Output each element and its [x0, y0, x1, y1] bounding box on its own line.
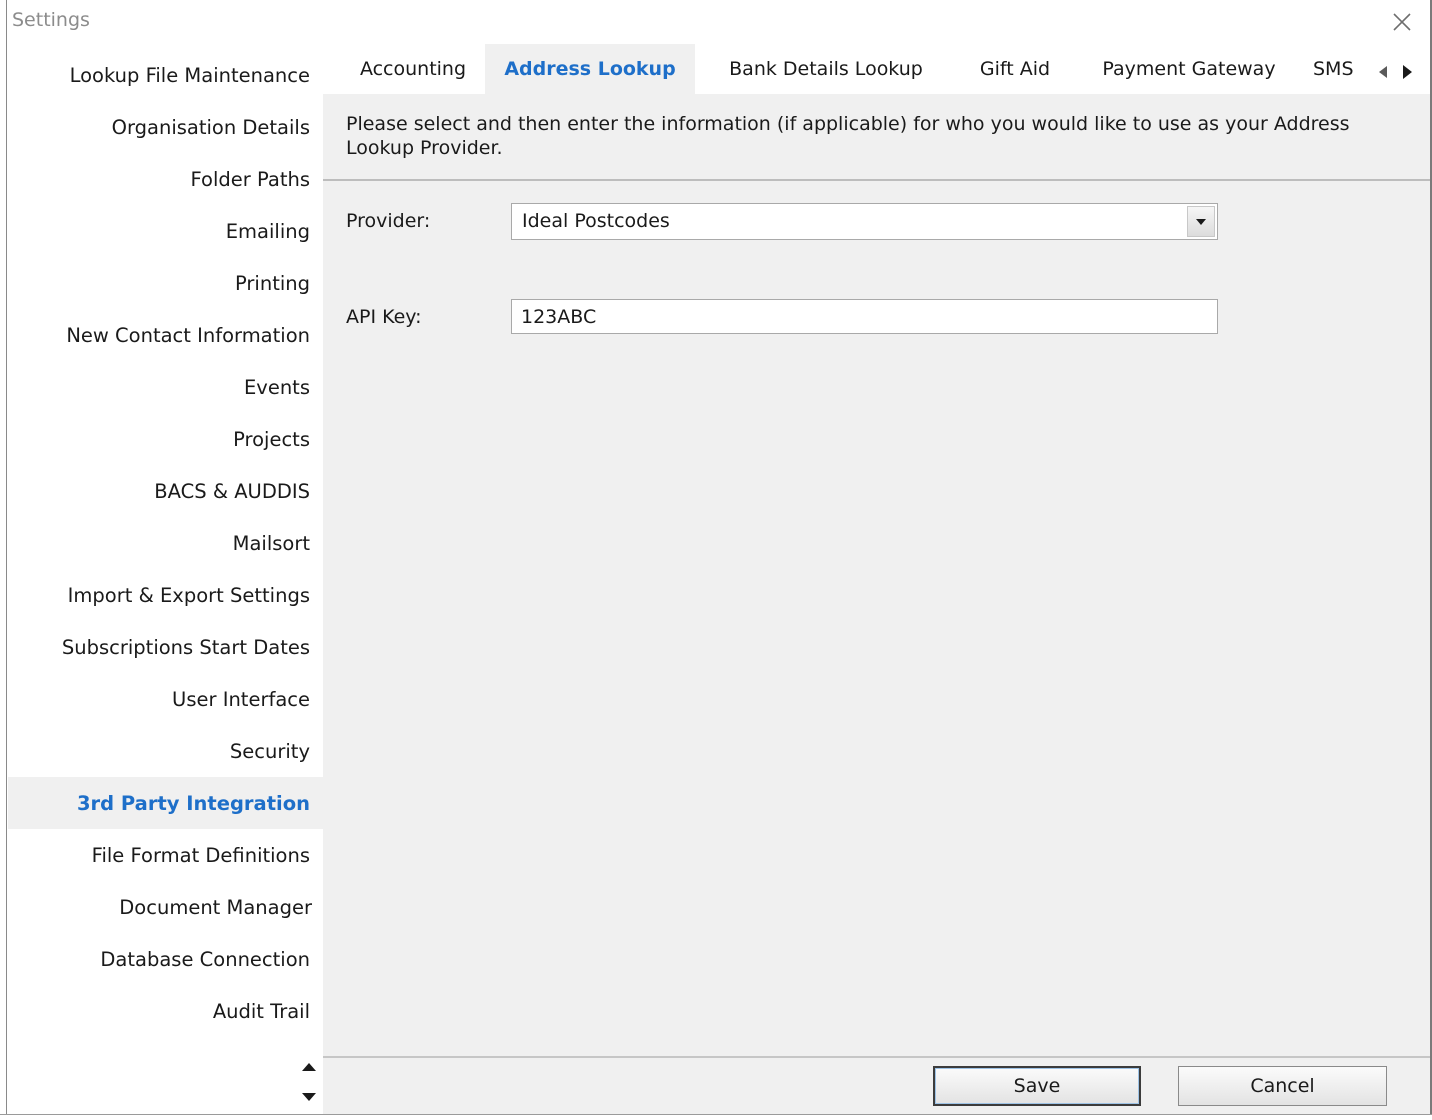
triangle-up-icon: [302, 1063, 316, 1071]
sidebar-item-document-manager[interactable]: Document Manager: [8, 881, 323, 933]
save-button[interactable]: Save: [933, 1066, 1141, 1106]
sidebar-item-organisation-details[interactable]: Organisation Details: [8, 101, 323, 153]
window-bottom-border: [0, 1114, 1432, 1120]
sidebar-item-label: File Format Definitions: [91, 843, 310, 867]
provider-dropdown-button[interactable]: [1187, 206, 1215, 237]
tab-scroll-right-button[interactable]: [1399, 62, 1415, 82]
dropdown-arrow-icon: [1196, 218, 1206, 225]
tab-accounting[interactable]: Accounting: [337, 44, 489, 94]
sidebar-item-label: BACS & AUDDIS: [154, 479, 310, 503]
tab-label: Accounting: [359, 58, 467, 80]
save-button-label: Save: [1013, 1075, 1061, 1097]
sidebar-item-audit-trail[interactable]: Audit Trail: [8, 985, 323, 1037]
sidebar-item-label: Database Connection: [100, 947, 310, 971]
sidebar-item-label: Printing: [234, 271, 310, 295]
api-key-input[interactable]: [511, 299, 1218, 334]
sidebar-item-projects[interactable]: Projects: [8, 413, 323, 465]
cancel-button-label: Cancel: [1250, 1075, 1315, 1097]
close-button[interactable]: [1386, 6, 1418, 38]
provider-label: Provider:: [346, 210, 431, 232]
sidebar-item-security[interactable]: Security: [8, 725, 323, 777]
sidebar-item-label: 3rd Party Integration: [76, 791, 310, 815]
triangle-left-icon: [1379, 66, 1387, 78]
sidebar-item-new-contact-information[interactable]: New Contact Information: [8, 309, 323, 361]
tab-label: Gift Aid: [979, 58, 1051, 80]
tab-label: Address Lookup: [504, 58, 676, 80]
provider-dropdown[interactable]: Ideal Postcodes: [511, 203, 1218, 240]
sidebar-item-label: Subscriptions Start Dates: [61, 635, 310, 659]
sidebar-item-file-format-definitions[interactable]: File Format Definitions: [8, 829, 323, 881]
sidebar-item-label: Folder Paths: [190, 167, 310, 191]
sidebar-scroll-down-button[interactable]: [298, 1088, 320, 1106]
title-bar: Settings: [8, 0, 1430, 44]
panel-description: Please select and then enter the informa…: [346, 113, 1350, 159]
close-icon: [1393, 13, 1411, 31]
sidebar-item-folder-paths[interactable]: Folder Paths: [8, 153, 323, 205]
sidebar-item-emailing[interactable]: Emailing: [8, 205, 323, 257]
sidebar-item-label: Lookup File Maintenance: [69, 63, 310, 87]
tab-gift-aid[interactable]: Gift Aid: [963, 44, 1067, 94]
sidebar-item-printing[interactable]: Printing: [8, 257, 323, 309]
tab-strip: Accounting Address Lookup Bank Details L…: [323, 44, 1430, 94]
sidebar-item-label: User Interface: [172, 687, 310, 711]
triangle-down-icon: [302, 1093, 316, 1101]
sidebar-item-label: Mailsort: [232, 531, 310, 555]
sidebar-item-label: Audit Trail: [212, 999, 310, 1023]
sidebar-item-label: Events: [243, 375, 310, 399]
divider: [323, 179, 1430, 181]
sidebar-item-label: Security: [229, 739, 310, 763]
sidebar-item-database-connection[interactable]: Database Connection: [8, 933, 323, 985]
cancel-button[interactable]: Cancel: [1178, 1066, 1387, 1106]
tab-bank-details-lookup[interactable]: Bank Details Lookup: [705, 44, 947, 94]
tab-label: Bank Details Lookup: [729, 58, 923, 80]
tab-address-lookup[interactable]: Address Lookup: [485, 44, 695, 94]
sidebar-item-label: New Contact Information: [66, 323, 310, 347]
tab-label: Payment Gateway: [1102, 58, 1276, 80]
tab-sms[interactable]: SMS: [1313, 44, 1375, 94]
tab-scroll-left-button[interactable]: [1375, 62, 1391, 82]
sidebar-item-bacs-auddis[interactable]: BACS & AUDDIS: [8, 465, 323, 517]
settings-content-panel: Accounting Address Lookup Bank Details L…: [323, 44, 1430, 1114]
sidebar-item-label: Projects: [233, 427, 310, 451]
tab-label: SMS: [1313, 58, 1354, 80]
settings-window: Settings Lookup File Maintenance Organis…: [0, 0, 1432, 1120]
triangle-right-icon: [1402, 65, 1412, 79]
sidebar-item-label: Import & Export Settings: [67, 583, 310, 607]
window-title: Settings: [12, 9, 90, 31]
sidebar-item-events[interactable]: Events: [8, 361, 323, 413]
tab-scroll-controls: [1375, 62, 1415, 82]
sidebar-item-mailsort[interactable]: Mailsort: [8, 517, 323, 569]
settings-sidebar: Lookup File Maintenance Organisation Det…: [8, 44, 323, 1114]
sidebar-scroll-up-button[interactable]: [298, 1058, 320, 1076]
sidebar-item-subscriptions-start-dates[interactable]: Subscriptions Start Dates: [8, 621, 323, 673]
sidebar-item-import-export-settings[interactable]: Import & Export Settings: [8, 569, 323, 621]
sidebar-item-label: Organisation Details: [111, 115, 310, 139]
window-left-border: [0, 0, 7, 1120]
footer-divider: [323, 1056, 1430, 1058]
sidebar-item-label: Emailing: [225, 219, 310, 243]
sidebar-item-lookup-file-maintenance[interactable]: Lookup File Maintenance: [8, 49, 323, 101]
tab-payment-gateway[interactable]: Payment Gateway: [1083, 44, 1295, 94]
provider-selected-value: Ideal Postcodes: [522, 210, 670, 232]
sidebar-item-label: Document Manager: [119, 895, 312, 919]
api-key-label: API Key:: [346, 306, 422, 328]
sidebar-item-user-interface[interactable]: User Interface: [8, 673, 323, 725]
sidebar-item-3rd-party-integration[interactable]: 3rd Party Integration: [8, 777, 323, 829]
